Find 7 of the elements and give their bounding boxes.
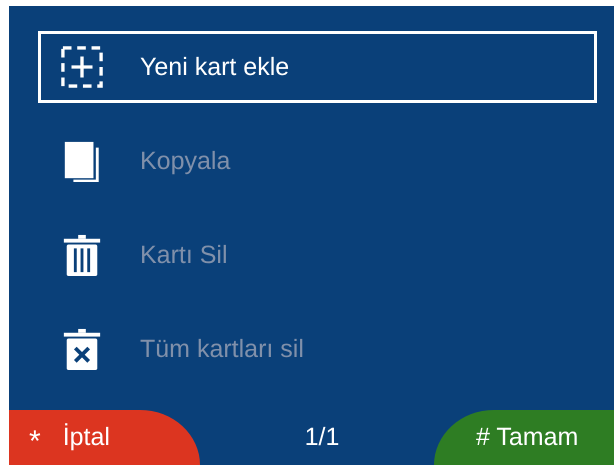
add-icon — [61, 46, 103, 88]
ok-softkey[interactable]: # Tamam — [434, 410, 614, 465]
page-counter: 1/1 — [304, 422, 340, 453]
trash-x-icon — [61, 328, 103, 370]
cancel-softkey[interactable]: * İptal — [9, 410, 200, 465]
menu-item[interactable]: Yeni kart ekle — [38, 31, 597, 103]
trash-icon — [61, 234, 103, 276]
